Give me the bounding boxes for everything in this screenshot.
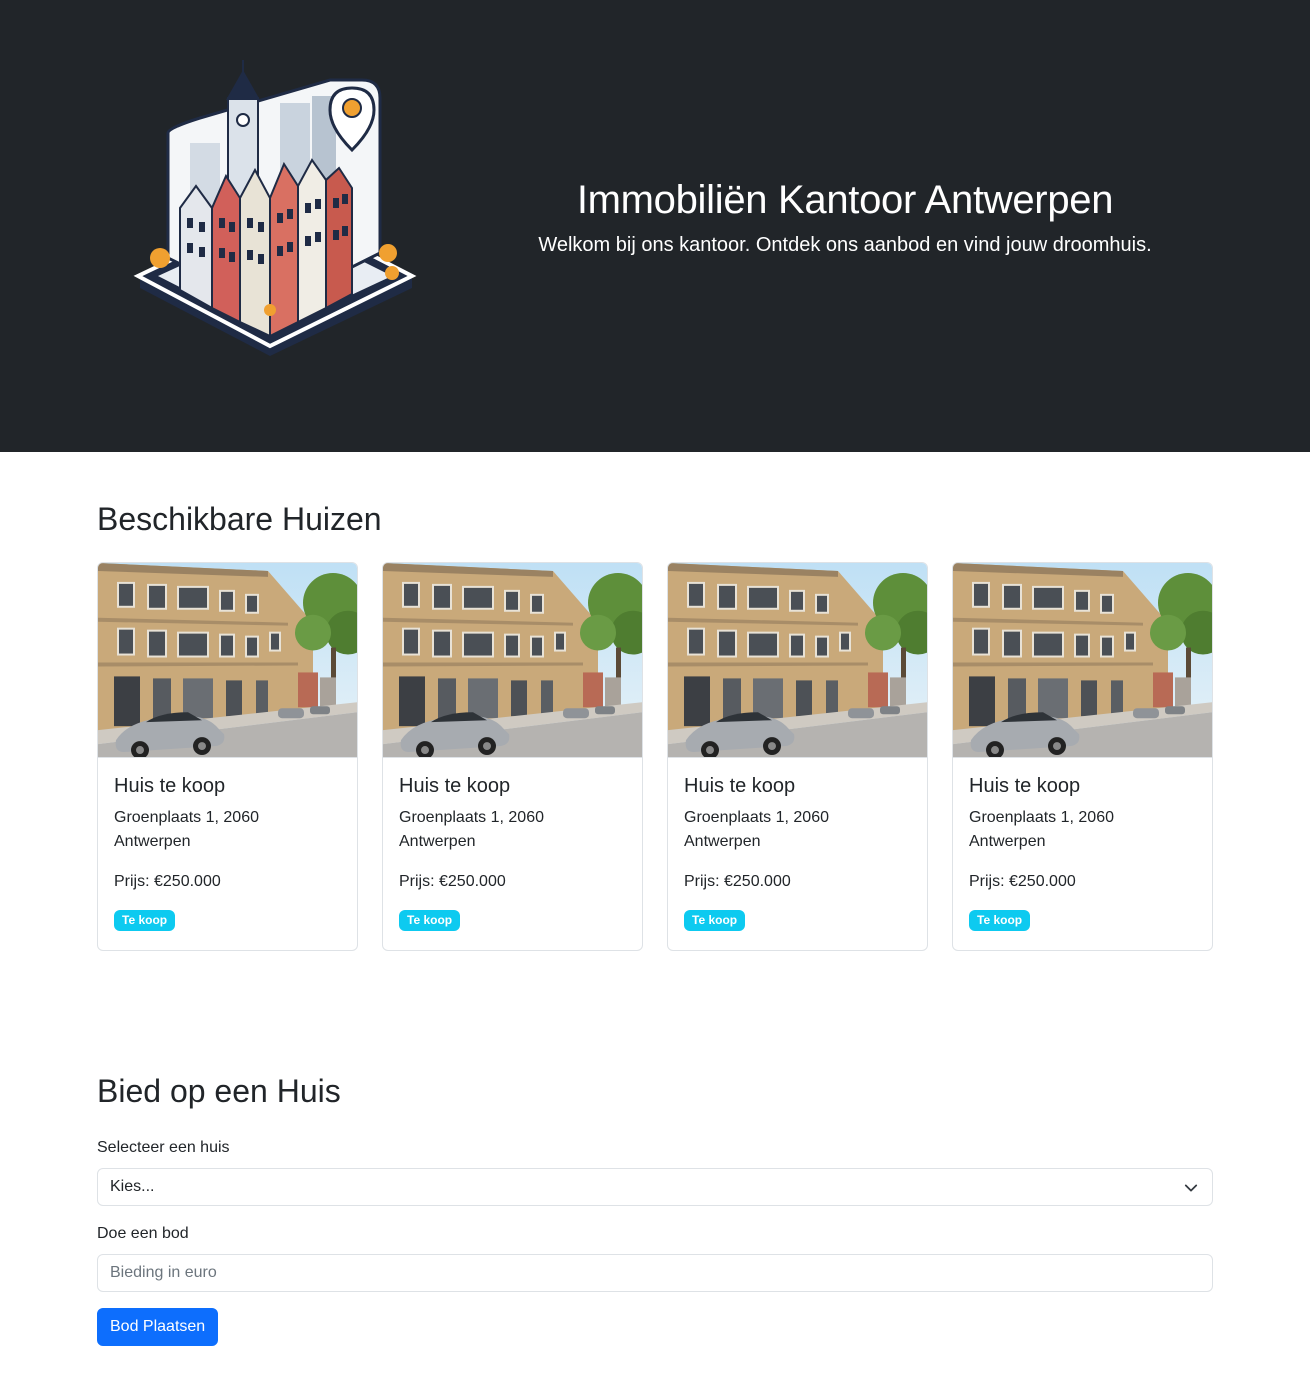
listings-title: Beschikbare Huizen <box>97 501 382 537</box>
card-address: Groenplaats 1, 2060 Antwerpen <box>684 809 829 850</box>
status-badge: Te koop <box>684 910 746 931</box>
house-select-value: Kies... <box>110 1178 155 1195</box>
page-title: Immobiliën Kantoor Antwerpen <box>576 178 1114 222</box>
hero-subtitle: Welkom bij ons kantoor. Ontdek ons aanbo… <box>538 234 1152 256</box>
hero-text: Immobiliën Kantoor Antwerpen Welkom bij … <box>480 176 1210 260</box>
select-house-label: Selecteer een huis <box>97 1139 230 1156</box>
status-badge: Te koop <box>399 910 461 931</box>
house-photo <box>98 563 357 758</box>
house-photo <box>953 563 1212 758</box>
hero-banner: Immobiliën Kantoor Antwerpen Welkom bij … <box>0 0 1310 452</box>
city-logo-icon <box>133 60 417 356</box>
card-price: Prijs: €250.000 <box>399 873 506 890</box>
listings-grid: Huis te koop Groenplaats 1, 2060 Antwerp… <box>97 562 1213 951</box>
status-badge: Te koop <box>114 910 176 931</box>
status-badge: Te koop <box>969 910 1031 931</box>
bid-title: Bied op een Huis <box>97 1073 341 1109</box>
card-title: Huis te koop <box>399 775 511 797</box>
card-price: Prijs: €250.000 <box>969 873 1076 890</box>
card-title: Huis te koop <box>114 775 226 797</box>
chevron-down-icon <box>1184 1184 1198 1192</box>
house-card[interactable]: Huis te koop Groenplaats 1, 2060 Antwerp… <box>952 562 1213 951</box>
card-title: Huis te koop <box>969 775 1081 797</box>
card-price: Prijs: €250.000 <box>684 873 791 890</box>
card-address: Groenplaats 1, 2060 Antwerpen <box>114 809 259 850</box>
card-title: Huis te koop <box>684 775 796 797</box>
house-card[interactable]: Huis te koop Groenplaats 1, 2060 Antwerp… <box>667 562 928 951</box>
house-photo <box>383 563 642 758</box>
bid-form: Selecteer een huis Kies... Doe een bod B… <box>97 1136 1213 1346</box>
card-address: Groenplaats 1, 2060 Antwerpen <box>969 809 1114 850</box>
house-photo <box>668 563 927 758</box>
card-price: Prijs: €250.000 <box>114 873 221 890</box>
house-card[interactable]: Huis te koop Groenplaats 1, 2060 Antwerp… <box>382 562 643 951</box>
house-card[interactable]: Huis te koop Groenplaats 1, 2060 Antwerp… <box>97 562 358 951</box>
house-select[interactable]: Kies... <box>97 1168 1213 1206</box>
bid-amount-input[interactable] <box>97 1254 1213 1292</box>
place-bid-button[interactable]: Bod Plaatsen <box>97 1308 219 1346</box>
card-address: Groenplaats 1, 2060 Antwerpen <box>399 809 544 850</box>
bid-amount-label: Doe een bod <box>97 1225 189 1242</box>
